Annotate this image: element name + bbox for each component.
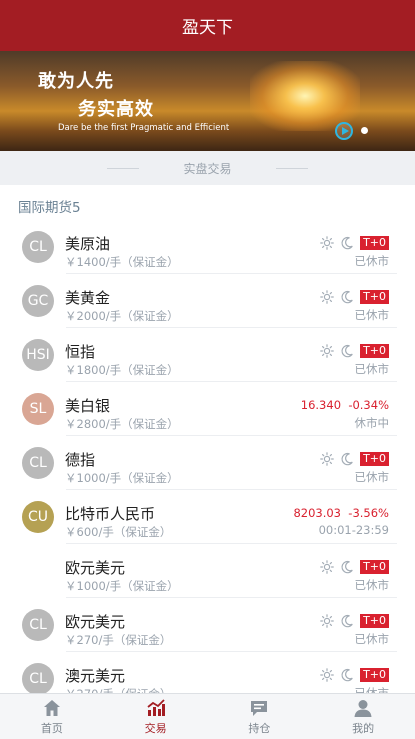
banner-slogan-english: Dare be the first Pragmatic and Efficien…	[58, 123, 230, 133]
tab-position[interactable]: 持仓	[208, 694, 312, 739]
product-status: 休市中	[354, 416, 390, 430]
product-name: 德指	[65, 451, 96, 469]
tab-home-label: 首页	[40, 721, 63, 735]
group-title: 国际期货5	[18, 200, 81, 216]
product-margin: ￥2800/手（保证金）	[65, 417, 179, 431]
product-price-change: 8203.03 -3.56%	[293, 506, 389, 520]
product-name: 比特币人民币	[65, 505, 156, 523]
banner-dot[interactable]	[361, 127, 368, 134]
product-price-change: 16.340 -0.34%	[300, 398, 389, 412]
divider-left	[107, 167, 140, 169]
t-plus-0-badge: T+0	[360, 290, 389, 304]
product-status: 已休市	[354, 362, 390, 376]
product-row[interactable]: HSI 恒指 ￥1800/手（保证金） T+0 已休市	[0, 328, 415, 382]
section-title-text: 实盘交易	[183, 161, 232, 176]
product-margin: ￥270/手（保证金）	[65, 633, 172, 647]
t-plus-0-badge: T+0	[360, 560, 389, 574]
section-title: 实盘交易	[0, 151, 415, 185]
tab-trade-label: 交易	[144, 721, 167, 735]
tab-mine[interactable]: 我的	[311, 694, 415, 739]
t-plus-0-badge: T+0	[360, 452, 389, 466]
night-session-moon-icon	[340, 614, 354, 628]
t-plus-0-badge: T+0	[360, 236, 389, 250]
app-header: 盈天下	[0, 0, 415, 51]
product-avatar: CU	[22, 501, 54, 533]
product-avatar: CL	[22, 663, 54, 695]
t-plus-0-badge: T+0	[360, 668, 389, 682]
divider-right	[275, 167, 308, 169]
product-name: 美黄金	[65, 289, 111, 307]
product-avatar: SL	[22, 393, 54, 425]
product-row[interactable]: CU 比特币人民币 ￥600/手（保证金） 8203.03 -3.56% 00:01-2…	[0, 490, 415, 544]
tab-trade[interactable]: 交易	[104, 694, 208, 739]
product-status: 已休市	[354, 578, 390, 592]
product-row[interactable]: SL 美白银 ￥2800/手（保证金） 16.340 -0.34% 休市中	[0, 382, 415, 436]
product-name: 恒指	[65, 343, 96, 361]
product-status: 00:01-23:59	[318, 523, 389, 537]
tab-home[interactable]: 首页	[0, 694, 104, 739]
day-session-sun-icon	[320, 290, 334, 304]
promo-banner[interactable]: 敢为人先 务实高效 Dare be the first Pragmatic an…	[0, 51, 415, 151]
home-icon	[43, 699, 60, 716]
day-session-sun-icon	[320, 614, 334, 628]
product-row[interactable]: GC 美黄金 ￥2000/手（保证金） T+0 已休市	[0, 274, 415, 328]
day-session-sun-icon	[320, 560, 334, 574]
product-row[interactable]: CL 美原油 ￥1400/手（保证金） T+0 已休市	[0, 220, 415, 274]
tab-position-label: 持仓	[248, 721, 271, 735]
day-session-sun-icon	[320, 236, 334, 250]
banner-dot-active-play-icon[interactable]	[335, 122, 353, 140]
tab-mine-label: 我的	[352, 721, 375, 735]
session-icons: T+0	[320, 560, 389, 574]
product-status: 已休市	[354, 254, 390, 268]
product-margin: ￥1400/手（保证金）	[65, 255, 179, 269]
product-status: 已休市	[354, 632, 390, 646]
session-icons: T+0	[320, 236, 389, 250]
night-session-moon-icon	[340, 344, 354, 358]
night-session-moon-icon	[340, 236, 354, 250]
session-icons: T+0	[320, 668, 389, 682]
page-title: 盈天下	[182, 18, 233, 38]
banner-sunrise-image	[250, 61, 360, 131]
product-margin: ￥600/手（保证金）	[65, 525, 172, 539]
product-name: 澳元美元	[65, 667, 126, 685]
user-icon	[354, 699, 372, 717]
product-margin: ￥1000/手（保证金）	[65, 579, 179, 593]
day-session-sun-icon	[320, 344, 334, 358]
session-icons: T+0	[320, 452, 389, 466]
night-session-moon-icon	[340, 290, 354, 304]
session-icons: T+0	[320, 344, 389, 358]
day-session-sun-icon	[320, 452, 334, 466]
position-chat-icon	[251, 700, 268, 716]
session-icons: T+0	[320, 614, 389, 628]
product-row[interactable]: CL 德指 ￥1000/手（保证金） T+0 已休市	[0, 436, 415, 490]
banner-slogan-line2: 务实高效	[78, 99, 154, 120]
product-status: 已休市	[354, 308, 390, 322]
banner-slogan-line1: 敢为人先	[38, 71, 114, 92]
t-plus-0-badge: T+0	[360, 614, 389, 628]
night-session-moon-icon	[340, 668, 354, 682]
product-row[interactable]: 欧元美元 ￥1000/手（保证金） T+0 已休市	[0, 544, 415, 598]
trade-chart-icon	[147, 698, 165, 716]
product-avatar: CL	[22, 609, 54, 641]
t-plus-0-badge: T+0	[360, 344, 389, 358]
session-icons: T+0	[320, 290, 389, 304]
product-avatar: GC	[22, 285, 54, 317]
product-name: 美原油	[65, 235, 111, 253]
product-avatar: CL	[22, 447, 54, 479]
day-session-sun-icon	[320, 668, 334, 682]
night-session-moon-icon	[340, 560, 354, 574]
bottom-tab-bar: 首页 交易 持仓 我的	[0, 693, 415, 739]
product-status: 已休市	[354, 470, 390, 484]
product-avatar: CL	[22, 231, 54, 263]
product-margin: ￥1800/手（保证金）	[65, 363, 179, 377]
product-margin: ￥1000/手（保证金）	[65, 471, 179, 485]
product-name: 欧元美元	[65, 613, 126, 631]
product-margin: ￥2000/手（保证金）	[65, 309, 179, 323]
night-session-moon-icon	[340, 452, 354, 466]
product-name: 美白银	[65, 397, 111, 415]
product-row[interactable]: CL 欧元美元 ￥270/手（保证金） T+0 已休市	[0, 598, 415, 652]
product-avatar: HSI	[22, 339, 54, 371]
product-name: 欧元美元	[65, 559, 126, 577]
